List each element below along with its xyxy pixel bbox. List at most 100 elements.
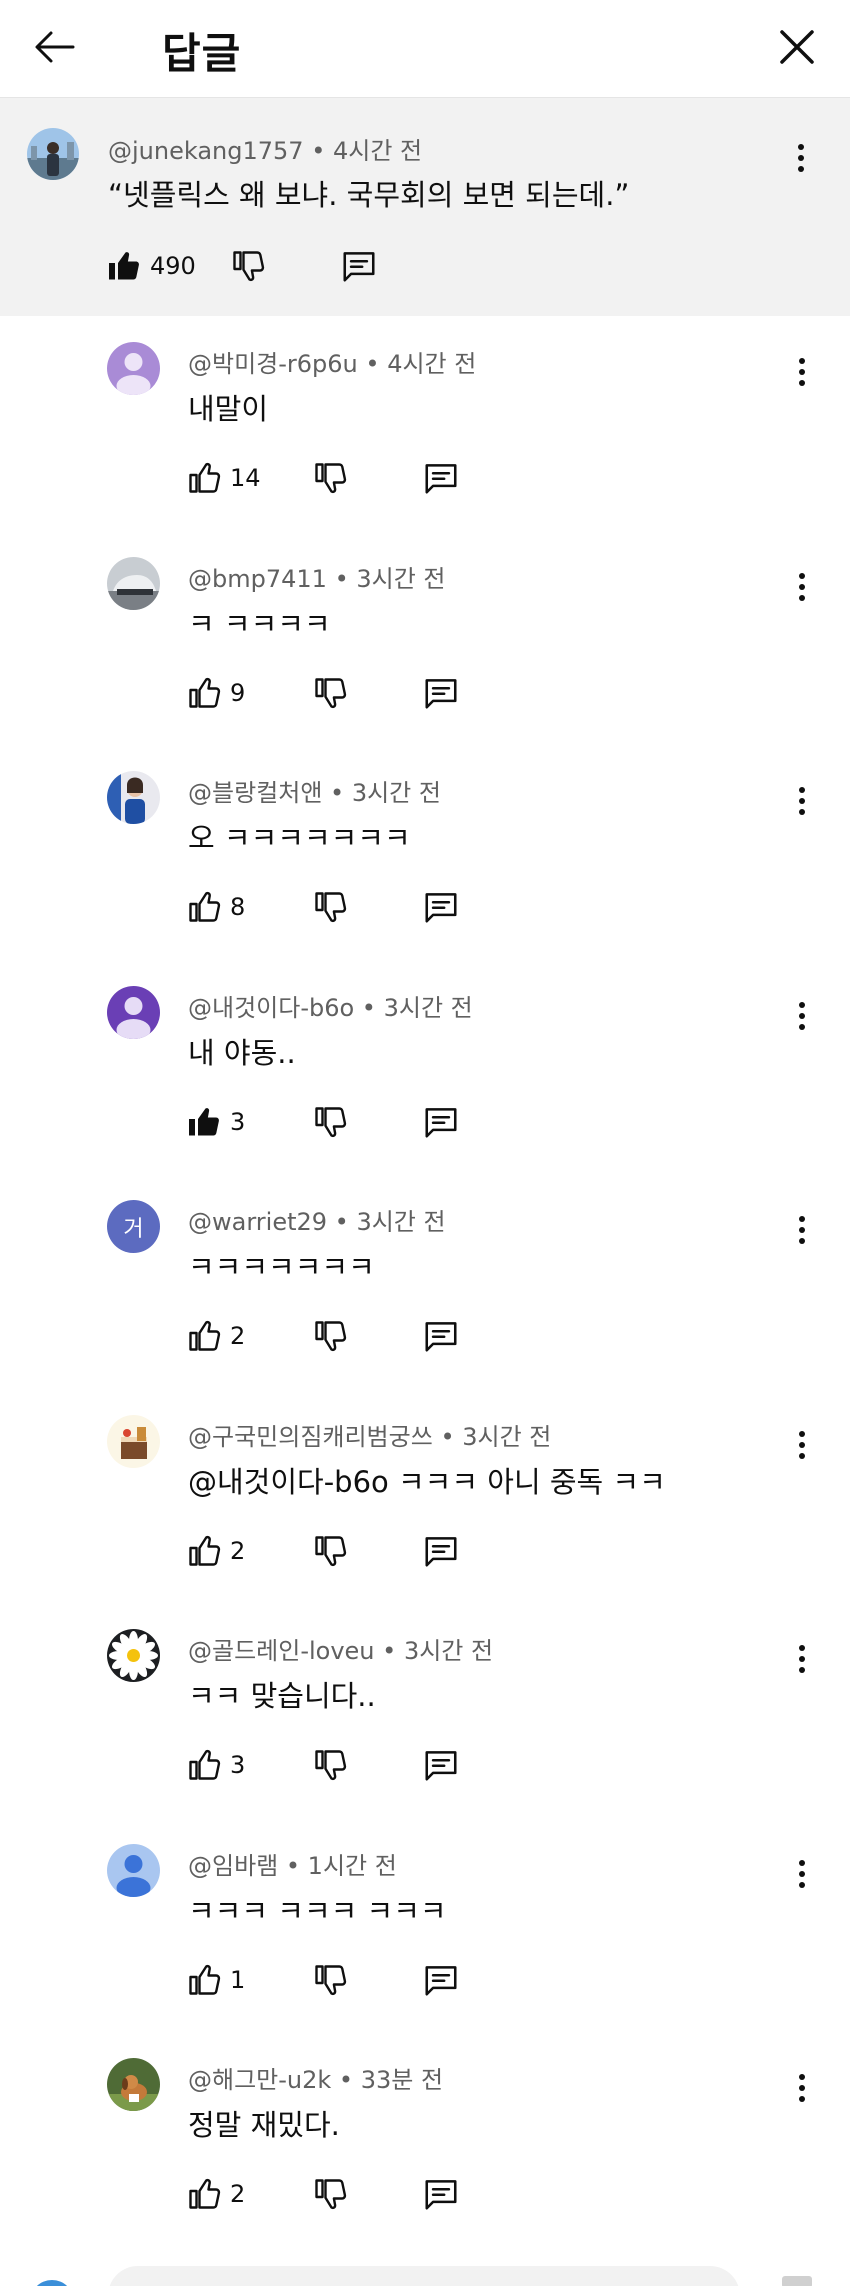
avatar[interactable] (107, 342, 160, 395)
reply-button[interactable] (422, 2172, 460, 2216)
like-button[interactable]: 1 (186, 1958, 245, 2002)
dislike-button[interactable] (230, 244, 266, 288)
meta-separator: • (357, 350, 388, 378)
dislike-button[interactable] (312, 885, 348, 929)
thumbs-down-icon (315, 1106, 347, 1137)
avatar[interactable] (107, 2058, 160, 2111)
avatar[interactable] (107, 771, 160, 824)
author-handle[interactable]: @warriet29 (188, 1208, 327, 1236)
comment-meta: @블랑컬처앤 • 3시간 전 (188, 773, 441, 808)
dislike-button[interactable] (312, 1958, 348, 2002)
reply-button[interactable] (422, 456, 460, 500)
avatar-letter: 거 (123, 1216, 144, 1242)
like-button[interactable]: 3 (186, 1100, 245, 1144)
timestamp: 3시간 전 (356, 564, 446, 593)
reply-button[interactable] (422, 1743, 460, 1787)
reply-button[interactable] (422, 671, 460, 715)
reply-icon (425, 2180, 457, 2210)
author-handle[interactable]: @구국민의짐캐리범궁쓰 (188, 1423, 433, 1451)
reply-button[interactable] (422, 885, 460, 929)
more-options-button[interactable] (787, 779, 817, 823)
reply-input[interactable] (108, 2266, 740, 2286)
close-button[interactable] (772, 22, 822, 72)
reply-comment: @내것이다-b6o • 3시간 전내 야동.. 3 (0, 985, 850, 1201)
reply-button[interactable] (422, 1314, 460, 1358)
like-button[interactable]: 490 (106, 244, 196, 288)
more-options-button[interactable] (787, 1637, 817, 1681)
meta-separator: • (322, 779, 352, 807)
like-count: 8 (230, 893, 246, 921)
like-count: 3 (230, 1107, 246, 1136)
thumbs-down-icon (315, 1535, 347, 1566)
timestamp: 3시간 전 (383, 993, 473, 1022)
comment-meta: @warriet29 • 3시간 전 (188, 1202, 446, 1237)
reply-button[interactable] (422, 1100, 460, 1144)
more-options-button[interactable] (787, 1208, 817, 1252)
dislike-button[interactable] (312, 1100, 348, 1144)
author-handle[interactable]: @junekang1757 (108, 137, 304, 165)
like-button[interactable]: 2 (186, 2172, 245, 2216)
reply-icon (425, 1965, 457, 1996)
thumbs-down-icon (315, 1964, 347, 1995)
thumbs-down-icon (315, 892, 347, 923)
more-options-button[interactable] (787, 565, 817, 609)
close-icon (780, 30, 814, 64)
reply-icon (425, 1536, 457, 1567)
timestamp: 3시간 전 (356, 1208, 446, 1236)
more-options-button[interactable] (786, 136, 816, 180)
more-vert-icon (799, 1859, 805, 1866)
dislike-button[interactable] (312, 456, 348, 500)
comment-meta: @박미경-r6p6u • 4시간 전 (188, 344, 476, 379)
back-button[interactable] (30, 22, 80, 72)
author-handle[interactable]: @블랑컬처앤 (188, 779, 322, 807)
timestamp: 4시간 전 (387, 350, 477, 378)
like-count: 14 (230, 464, 261, 492)
more-options-button[interactable] (787, 1852, 817, 1896)
thumbs-up-icon (189, 462, 221, 493)
author-handle[interactable]: @임바램 (188, 1852, 278, 1880)
comment-meta: @내것이다-b6o • 3시간 전 (188, 988, 473, 1023)
author-handle[interactable]: @내것이다-b6o (188, 994, 354, 1022)
avatar[interactable] (107, 985, 160, 1039)
thumbs-down-icon (315, 1321, 347, 1352)
author-handle[interactable]: @bmp7411 (188, 565, 327, 593)
author-handle[interactable]: @해그만-u2k (188, 2066, 331, 2094)
dislike-button[interactable] (312, 2172, 348, 2216)
timestamp: 3시간 전 (462, 1422, 552, 1451)
reply-button[interactable] (340, 244, 378, 288)
avatar[interactable]: 거 (107, 1200, 160, 1253)
avatar[interactable] (107, 1414, 160, 1468)
like-button[interactable]: 2 (186, 1314, 245, 1358)
reply-button[interactable] (422, 1958, 460, 2002)
comment-actions: 2 (186, 1529, 666, 1573)
like-button[interactable]: 8 (186, 885, 245, 929)
author-handle[interactable]: @박미경-r6p6u (188, 350, 358, 378)
meta-separator: • (432, 1422, 463, 1451)
more-options-button[interactable] (787, 1423, 817, 1467)
reply-button[interactable] (422, 1529, 460, 1573)
avatar[interactable] (107, 1843, 160, 1897)
comment-text: 오 ㅋㅋㅋㅋㅋㅋㅋ (188, 821, 411, 855)
dislike-button[interactable] (312, 1743, 348, 1787)
like-count: 9 (230, 678, 246, 707)
avatar (30, 2280, 74, 2286)
send-button[interactable] (782, 2276, 812, 2286)
author-handle[interactable]: @골드레인-loveu (188, 1637, 375, 1665)
more-options-button[interactable] (787, 994, 817, 1038)
thumbs-up-icon (189, 1749, 221, 1780)
like-button[interactable]: 9 (186, 671, 245, 715)
like-button[interactable]: 3 (186, 1743, 245, 1787)
dislike-button[interactable] (312, 671, 348, 715)
avatar[interactable] (27, 128, 79, 180)
dislike-button[interactable] (312, 1314, 348, 1358)
more-options-button[interactable] (787, 350, 817, 394)
avatar[interactable] (107, 1629, 160, 1682)
more-options-button[interactable] (787, 2066, 817, 2110)
reply-comment: @해그만-u2k • 33분 전 정말 재밌다. 2 (0, 2058, 850, 2273)
comment-text: 내말이 (188, 392, 269, 426)
reply-comment: @bmp7411 • 3시간 전 ㅋ ㅋㅋㅋㅋ 9 (0, 556, 850, 772)
dislike-button[interactable] (312, 1529, 348, 1573)
avatar[interactable] (107, 556, 160, 610)
like-button[interactable]: 2 (186, 1529, 245, 1573)
like-button[interactable]: 14 (186, 456, 261, 500)
